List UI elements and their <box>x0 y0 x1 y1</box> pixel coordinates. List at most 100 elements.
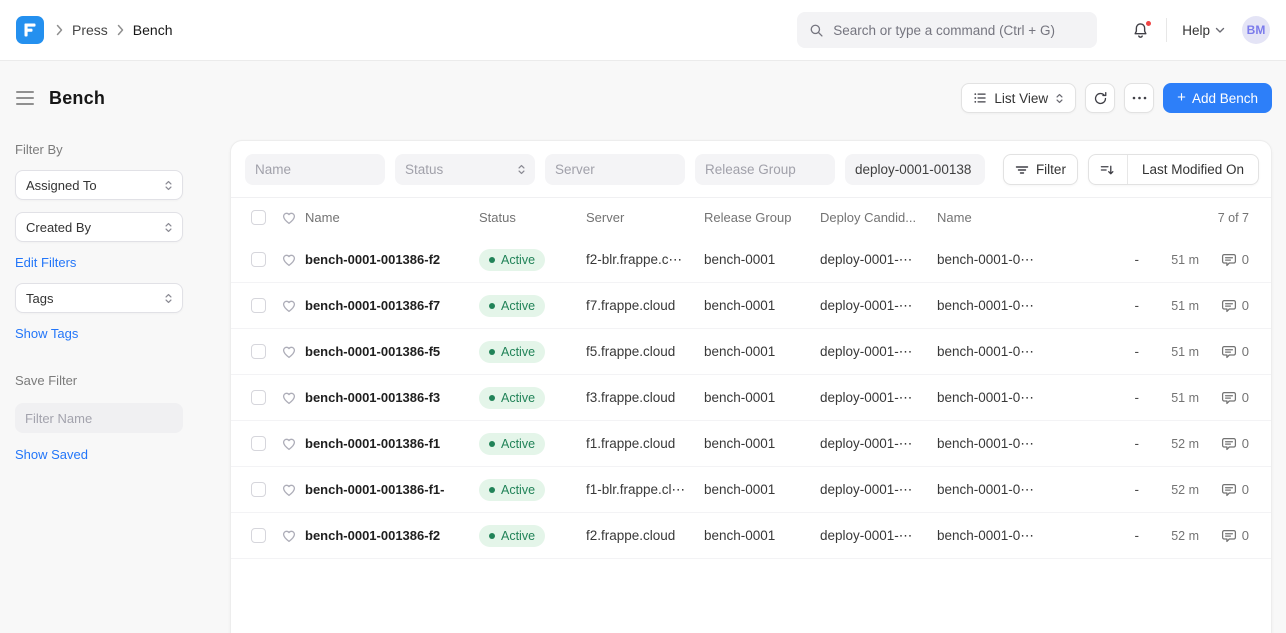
table-row[interactable]: bench-0001-001386-f2 Active f2-blr.frapp… <box>231 237 1271 283</box>
edit-filters-link[interactable]: Edit Filters <box>15 255 76 270</box>
col-header-deploy-candidate[interactable]: Deploy Candid... <box>820 210 937 225</box>
comments-cell[interactable]: 0 <box>1199 298 1249 314</box>
status-label: Active <box>501 253 535 267</box>
tags-select[interactable]: Tags <box>15 283 183 313</box>
select-all-checkbox[interactable] <box>251 210 266 225</box>
more-options-button[interactable] <box>1124 83 1154 113</box>
chevron-updown-icon <box>1055 92 1064 105</box>
table-row[interactable]: bench-0001-001386-f1- Active f1-blr.frap… <box>231 467 1271 513</box>
frappe-logo-icon[interactable] <box>16 16 44 44</box>
release-group-cell: bench-0001 <box>704 390 820 405</box>
show-saved-link[interactable]: Show Saved <box>15 447 88 462</box>
comment-icon <box>1221 528 1237 544</box>
release-group-cell: bench-0001 <box>704 528 820 543</box>
sort-field-label[interactable]: Last Modified On <box>1128 155 1258 184</box>
status-filter-select[interactable]: Status <box>395 154 535 185</box>
deploy-candidate-filter-input[interactable] <box>845 154 985 185</box>
last-modified-cell: 52 m <box>1145 437 1199 451</box>
favorite-heart-icon[interactable] <box>281 436 305 452</box>
col-header-status[interactable]: Status <box>479 210 586 225</box>
bench-name: bench-0001-001386-f2 <box>305 252 479 267</box>
row-checkbox[interactable] <box>251 482 266 497</box>
chevron-right-icon <box>56 24 63 36</box>
table-row[interactable]: bench-0001-001386-f5 Active f5.frappe.cl… <box>231 329 1271 375</box>
show-tags-link[interactable]: Show Tags <box>15 326 78 341</box>
comments-cell[interactable]: 0 <box>1199 344 1249 360</box>
release-group-cell: bench-0001 <box>704 436 820 451</box>
refresh-button[interactable] <box>1085 83 1115 113</box>
global-search-input[interactable]: Search or type a command (Ctrl + G) <box>797 12 1097 48</box>
row-checkbox[interactable] <box>251 436 266 451</box>
row-checkbox[interactable] <box>251 390 266 405</box>
status-dot-icon <box>489 349 495 355</box>
breadcrumb-current[interactable]: Bench <box>133 22 173 38</box>
comments-cell[interactable]: 0 <box>1199 436 1249 452</box>
comment-count: 0 <box>1242 298 1249 313</box>
row-checkbox[interactable] <box>251 344 266 359</box>
col-header-name[interactable]: Name <box>305 210 479 225</box>
view-switcher-label: List View <box>994 91 1048 106</box>
release-group-cell: bench-0001 <box>704 298 820 313</box>
sidebar-toggle-icon[interactable] <box>16 89 34 107</box>
sort-control[interactable]: Last Modified On <box>1088 154 1259 185</box>
help-menu[interactable]: Help <box>1182 23 1225 38</box>
row-checkbox[interactable] <box>251 528 266 543</box>
favorite-heart-icon[interactable] <box>281 482 305 498</box>
view-switcher-button[interactable]: List View <box>961 83 1076 113</box>
notifications-bell-icon[interactable] <box>1130 20 1151 41</box>
row-checkbox[interactable] <box>251 252 266 267</box>
col-header-release-group[interactable]: Release Group <box>704 210 820 225</box>
search-placeholder: Search or type a command (Ctrl + G) <box>833 23 1055 38</box>
col-header-server[interactable]: Server <box>586 210 704 225</box>
comments-cell[interactable]: 0 <box>1199 390 1249 406</box>
status-cell: Active <box>479 479 586 501</box>
deploy-candidate-cell: deploy-0001-⋯ <box>820 252 937 268</box>
list-view-icon <box>973 91 987 105</box>
table-row[interactable]: bench-0001-001386-f2 Active f2.frappe.cl… <box>231 513 1271 559</box>
last-modified-cell: 51 m <box>1145 299 1199 313</box>
topbar: Press Bench Search or type a command (Ct… <box>0 0 1286 61</box>
comment-icon <box>1221 482 1237 498</box>
favorite-heart-icon[interactable] <box>281 390 305 406</box>
favorite-heart-icon[interactable] <box>281 298 305 314</box>
favorite-heart-icon[interactable] <box>281 528 305 544</box>
row-checkbox[interactable] <box>251 298 266 313</box>
name2-cell: bench-0001-0⋯ <box>937 390 1109 406</box>
topbar-right: Help BM <box>1130 16 1270 44</box>
table-row[interactable]: bench-0001-001386-f7 Active f7.frappe.cl… <box>231 283 1271 329</box>
filter-name-input[interactable] <box>15 403 183 433</box>
comment-count: 0 <box>1242 482 1249 497</box>
breadcrumb-parent[interactable]: Press <box>72 22 108 38</box>
user-avatar[interactable]: BM <box>1242 16 1270 44</box>
sort-icon[interactable] <box>1089 155 1127 184</box>
assigned-to-label: Assigned To <box>26 178 97 193</box>
divider <box>1166 18 1167 42</box>
server-filter-input[interactable] <box>545 154 685 185</box>
name-filter-input[interactable] <box>245 154 385 185</box>
table-body: bench-0001-001386-f2 Active f2-blr.frapp… <box>231 237 1271 559</box>
table-row[interactable]: bench-0001-001386-f3 Active f3.frappe.cl… <box>231 375 1271 421</box>
bench-name: bench-0001-001386-f3 <box>305 390 479 405</box>
status-dot-icon <box>489 395 495 401</box>
table-header-row: Name Status Server Release Group Deploy … <box>231 198 1271 237</box>
favorite-heart-icon[interactable] <box>281 344 305 360</box>
comments-cell[interactable]: 0 <box>1199 528 1249 544</box>
comment-count: 0 <box>1242 436 1249 451</box>
empty-value-cell: - <box>1109 482 1145 497</box>
favorite-heart-icon[interactable] <box>281 252 305 268</box>
header-actions: List View + Add Bench <box>961 83 1272 113</box>
release-group-filter-input[interactable] <box>695 154 835 185</box>
chevron-updown-icon <box>164 221 173 234</box>
assigned-to-select[interactable]: Assigned To <box>15 170 183 200</box>
save-filter-label: Save Filter <box>15 373 183 388</box>
comments-cell[interactable]: 0 <box>1199 252 1249 268</box>
col-header-name2[interactable]: Name <box>937 210 1109 225</box>
filter-button[interactable]: Filter <box>1003 154 1078 185</box>
add-bench-button[interactable]: + Add Bench <box>1163 83 1272 113</box>
notification-dot <box>1145 20 1152 27</box>
name2-cell: bench-0001-0⋯ <box>937 482 1109 498</box>
created-by-select[interactable]: Created By <box>15 212 183 242</box>
comments-cell[interactable]: 0 <box>1199 482 1249 498</box>
table-row[interactable]: bench-0001-001386-f1 Active f1.frappe.cl… <box>231 421 1271 467</box>
last-modified-cell: 51 m <box>1145 391 1199 405</box>
